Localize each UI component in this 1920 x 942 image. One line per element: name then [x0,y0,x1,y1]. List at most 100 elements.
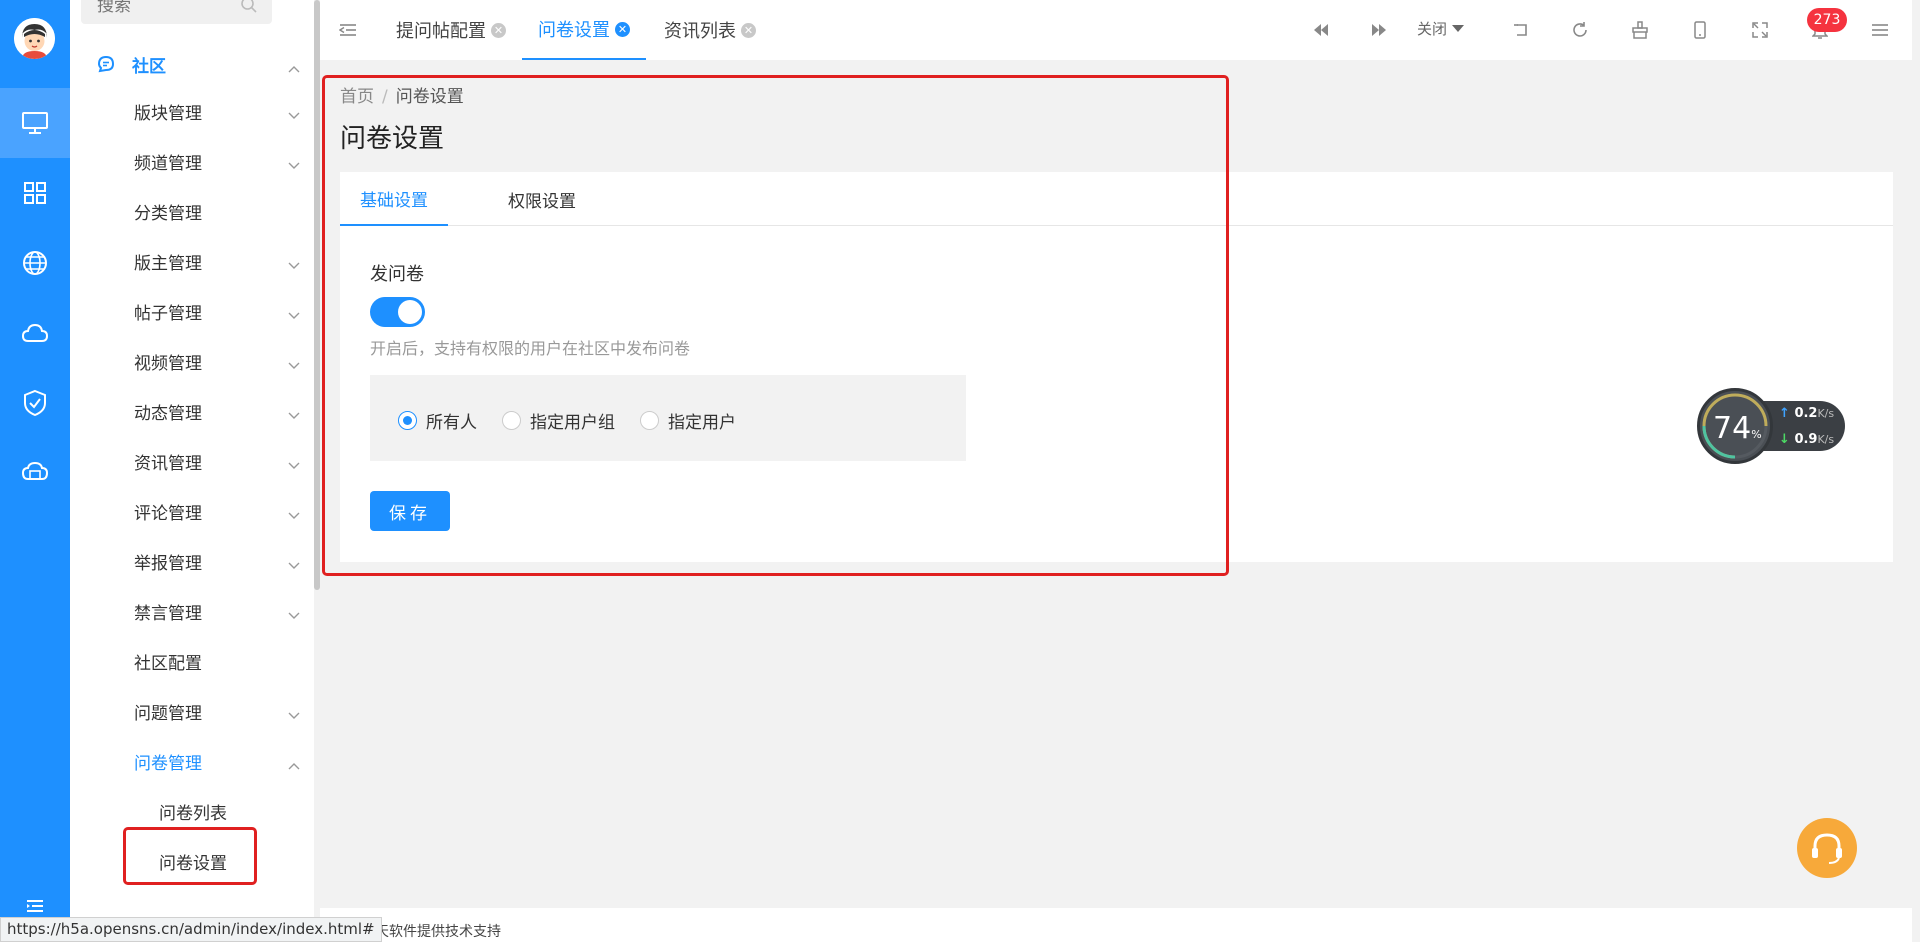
cloud-server-icon[interactable] [0,438,70,508]
caret-down-icon [1452,24,1465,32]
sidebar-item-question-mgmt[interactable]: 问题管理 [70,691,300,731]
arrow-down-icon: ↓ [1779,432,1790,447]
sidebar: 社区 版块管理 频道管理 分类管理 版主管理 帖子管理 视频管理 动态管理 资讯… [70,0,320,942]
sidebar-item-label: 禁言管理 [134,603,202,624]
sidebar-item-label: 版块管理 [134,103,202,124]
headset-icon [1812,833,1842,864]
highlight-box-content [322,75,1229,576]
sidebar-item-label: 举报管理 [134,553,202,574]
highlight-box-sidebar [123,827,257,885]
sidebar-item-survey-mgmt[interactable]: 问卷管理 [70,741,300,781]
search-box [81,0,272,24]
sidebar-item-label: 问卷列表 [159,803,227,824]
monitor-icon[interactable] [0,88,70,158]
download-value: 0.9 [1794,432,1818,447]
sidebar-item-comment-mgmt[interactable]: 评论管理 [70,491,300,531]
speed-unit: K/s [1817,407,1835,420]
avatar[interactable] [14,18,55,59]
chevron-down-icon [288,605,300,625]
close-dropdown-label: 关闭 [1417,20,1448,38]
search-input[interactable] [81,0,231,24]
sidebar-item-report-mgmt[interactable]: 举报管理 [70,541,300,581]
close-icon[interactable]: ✕ [491,22,506,38]
sidebar-item-section-mgmt[interactable]: 版块管理 [70,91,300,131]
forward-icon[interactable] [1367,18,1391,42]
chevron-down-icon [288,505,300,525]
sidebar-group-label: 社区 [132,56,166,77]
sidebar-item-label: 频道管理 [134,153,202,174]
chevron-up-icon [288,755,300,775]
top-bar: 提问帖配置 ✕ 问卷设置 ✕ 资讯列表 ✕ 关闭 273 [320,0,1912,60]
tab-news-list[interactable]: 资讯列表 ✕ [664,0,756,60]
sidebar-scrollbar[interactable] [314,0,320,590]
tab-label: 问卷设置 [538,20,610,41]
sidebar-item-label: 帖子管理 [134,303,202,324]
chevron-down-icon [288,555,300,575]
chevron-down-icon [288,155,300,175]
sidebar-item-community-config[interactable]: 社区配置 [70,641,300,681]
close-dropdown[interactable]: 关闭 [1417,18,1465,39]
customer-service-button[interactable] [1797,818,1857,878]
sidebar-item-feed-mgmt[interactable]: 动态管理 [70,391,300,431]
upload-speed: ↑ 0.2K/s [1779,406,1834,421]
cloud-icon[interactable] [0,298,70,368]
download-speed: ↓ 0.9K/s [1779,432,1834,447]
sidebar-item-label: 分类管理 [134,203,202,224]
mobile-icon[interactable] [1688,18,1712,42]
close-icon[interactable]: ✕ [741,22,756,38]
menu-toggle-icon[interactable] [336,18,360,42]
collapse-menu-icon[interactable] [0,894,70,918]
chevron-down-icon [288,705,300,725]
sidebar-item-label: 评论管理 [134,503,202,524]
percent-value: 74 [1713,411,1752,446]
chevron-down-icon [288,105,300,125]
tab-label: 提问帖配置 [396,21,486,42]
fullscreen-icon[interactable] [1748,18,1772,42]
sidebar-item-label: 动态管理 [134,403,202,424]
icon-rail [0,0,70,942]
network-speed-widget[interactable]: 74% ↑ 0.2K/s ↓ 0.9K/s [1697,388,1847,464]
sidebar-item-label: 版主管理 [134,253,202,274]
close-icon[interactable]: ✕ [615,21,630,37]
footer: 由想天软件提供技术支持 [320,908,1912,942]
sidebar-item-moderator-mgmt[interactable]: 版主管理 [70,241,300,281]
refresh-icon[interactable] [1568,18,1592,42]
status-url: https://h5a.opensns.cn/admin/index/index… [0,917,382,942]
notification-badge: 273 [1807,8,1847,32]
sidebar-item-label: 问题管理 [134,703,202,724]
sidebar-item-channel-mgmt[interactable]: 频道管理 [70,141,300,181]
tab-question-post-config[interactable]: 提问帖配置 ✕ [396,0,506,60]
speed-unit: K/s [1817,433,1835,446]
sidebar-item-post-mgmt[interactable]: 帖子管理 [70,291,300,331]
tab-survey-settings[interactable]: 问卷设置 ✕ [522,0,646,60]
tab-label: 资讯列表 [664,21,736,42]
sidebar-item-video-mgmt[interactable]: 视频管理 [70,341,300,381]
chevron-down-icon [288,305,300,325]
memory-gauge: 74% [1697,388,1773,464]
sidebar-subitem-survey-list[interactable]: 问卷列表 [70,791,300,831]
chevron-down-icon [288,355,300,375]
upload-value: 0.2 [1794,406,1818,421]
sidebar-group-community[interactable]: 社区 [70,44,300,84]
arrow-up-icon: ↑ [1779,406,1790,421]
grid-icon[interactable] [0,158,70,228]
sidebar-item-label: 视频管理 [134,353,202,374]
page-scrollbar[interactable] [1912,0,1920,942]
sidebar-item-label: 问卷管理 [134,753,202,774]
search-icon[interactable] [240,0,258,19]
shield-check-icon[interactable] [0,368,70,438]
more-menu-icon[interactable] [1868,18,1892,42]
clean-icon[interactable] [1628,18,1652,42]
sidebar-item-label: 资讯管理 [134,453,202,474]
chat-icon [96,54,116,79]
chevron-down-icon [288,455,300,475]
sidebar-item-news-mgmt[interactable]: 资讯管理 [70,441,300,481]
undo-icon[interactable] [1508,18,1532,42]
percent-unit: % [1751,428,1762,441]
chevron-down-icon [288,405,300,425]
sidebar-item-category-mgmt[interactable]: 分类管理 [70,191,300,231]
chevron-down-icon [288,255,300,275]
globe-icon[interactable] [0,228,70,298]
sidebar-item-mute-mgmt[interactable]: 禁言管理 [70,591,300,631]
backward-icon[interactable] [1309,18,1333,42]
